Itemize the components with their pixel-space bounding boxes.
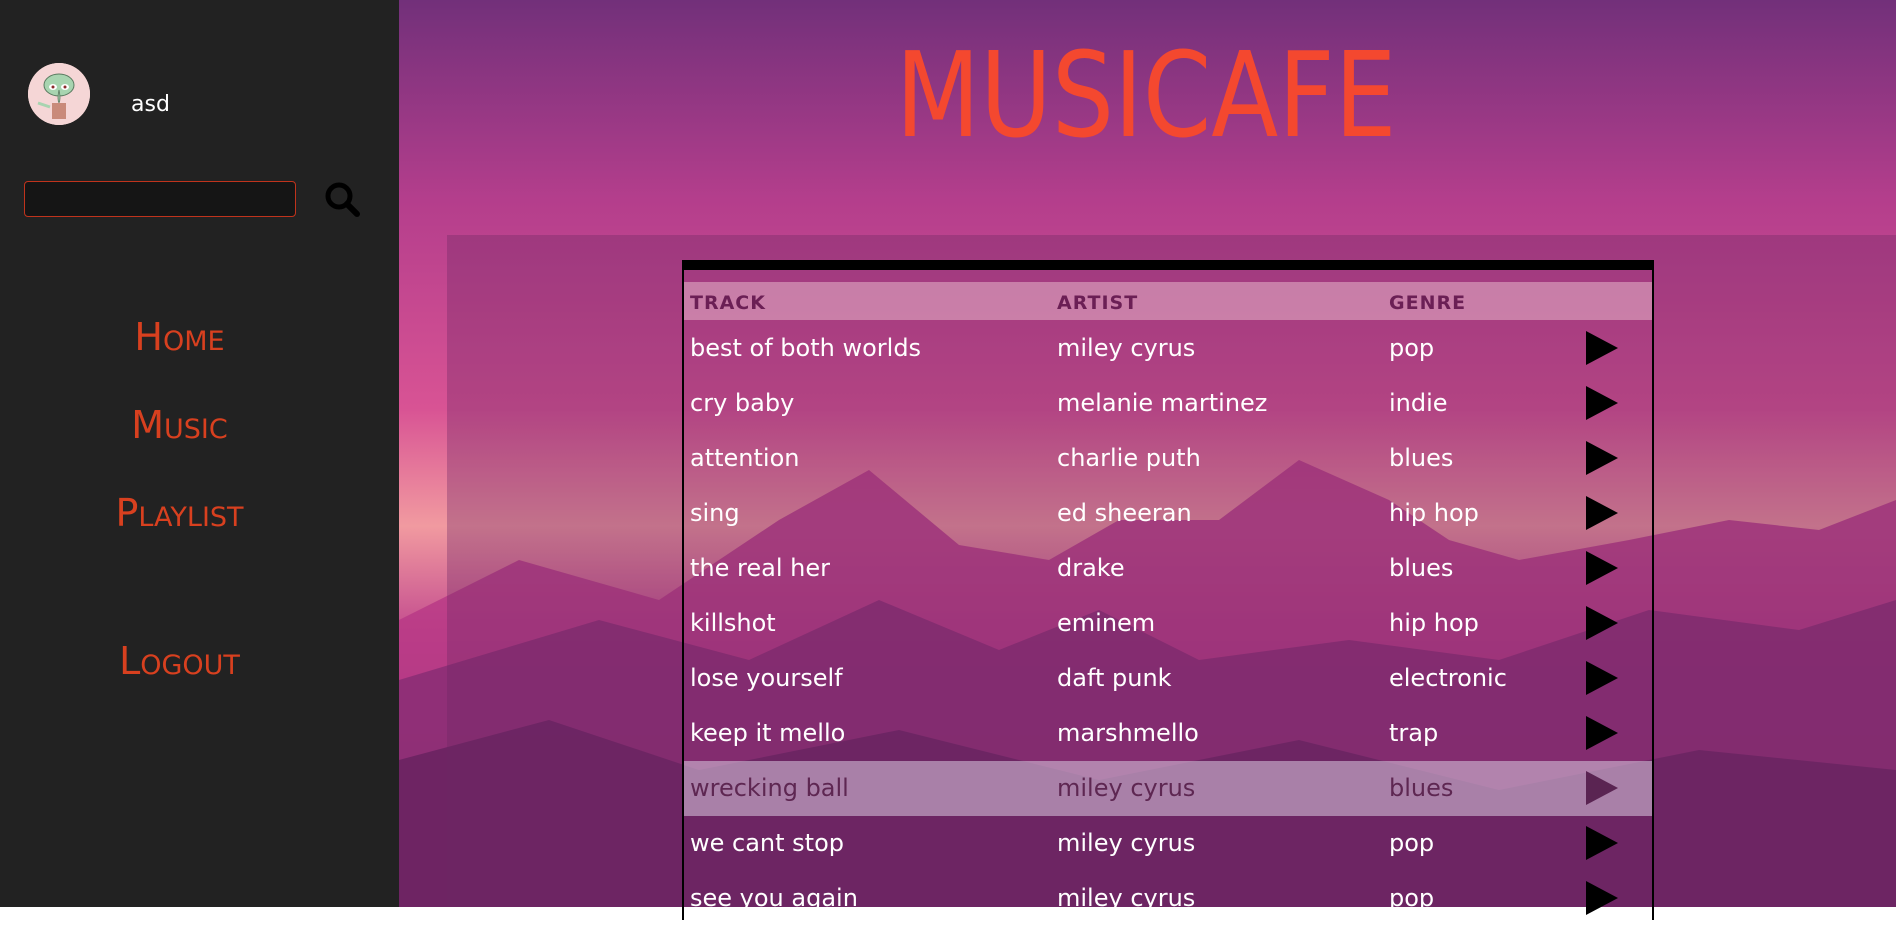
play-icon <box>1586 771 1618 805</box>
play-button[interactable] <box>1584 879 1620 917</box>
column-header-track[interactable]: TRACK <box>690 292 766 314</box>
play-icon <box>1586 386 1618 420</box>
play-icon <box>1586 716 1618 750</box>
track-name: cry baby <box>690 389 795 417</box>
app-title: MUSICAFE <box>895 26 1397 164</box>
artist-name: miley cyrus <box>1057 829 1196 857</box>
play-button[interactable] <box>1584 384 1620 422</box>
search-button[interactable] <box>322 179 362 219</box>
sidebar: asd Home Music Playlist Logout <box>0 0 399 907</box>
track-name: attention <box>690 444 800 472</box>
table-row[interactable]: keep it mello marshmello trap <box>684 706 1652 761</box>
play-icon <box>1586 331 1618 365</box>
table-row[interactable]: we cant stop miley cyrus pop <box>684 816 1652 871</box>
table-row[interactable]: best of both worlds miley cyrus pop <box>684 321 1652 376</box>
artist-name: drake <box>1057 554 1125 582</box>
genre-name: hip hop <box>1389 499 1479 527</box>
table-row[interactable]: cry baby melanie martinez indie <box>684 376 1652 431</box>
play-icon <box>1586 441 1618 475</box>
artist-name: eminem <box>1057 609 1156 637</box>
genre-name: trap <box>1389 719 1439 747</box>
play-button[interactable] <box>1584 549 1620 587</box>
artist-name: miley cyrus <box>1057 334 1196 362</box>
squidward-avatar-icon <box>28 63 90 125</box>
table-row[interactable]: killshot eminem hip hop <box>684 596 1652 651</box>
track-name: wrecking ball <box>690 774 849 802</box>
table-row[interactable]: see you again miley cyrus pop <box>684 871 1652 926</box>
play-button[interactable] <box>1584 769 1620 807</box>
search-icon <box>325 182 360 217</box>
artist-name: ed sheeran <box>1057 499 1192 527</box>
table-row[interactable]: lose yourself daft punk electronic <box>684 651 1652 706</box>
username: asd <box>131 92 170 117</box>
play-icon <box>1586 496 1618 530</box>
track-name: killshot <box>690 609 776 637</box>
table-row[interactable]: attention charlie puth blues <box>684 431 1652 486</box>
genre-name: blues <box>1389 554 1454 582</box>
play-icon <box>1586 551 1618 585</box>
artist-name: daft punk <box>1057 664 1172 692</box>
artist-name: marshmello <box>1057 719 1199 747</box>
play-button[interactable] <box>1584 439 1620 477</box>
genre-name: blues <box>1389 444 1454 472</box>
table-row[interactable]: sing ed sheeran hip hop <box>684 486 1652 541</box>
play-button[interactable] <box>1584 494 1620 532</box>
track-name: we cant stop <box>690 829 845 857</box>
play-button[interactable] <box>1584 714 1620 752</box>
artist-name: melanie martinez <box>1057 389 1268 417</box>
track-name: keep it mello <box>690 719 846 747</box>
avatar[interactable] <box>28 63 90 125</box>
column-header-artist[interactable]: ARTIST <box>1057 292 1138 314</box>
nav-logout[interactable]: Logout <box>0 639 359 683</box>
play-icon <box>1586 606 1618 640</box>
track-name: see you again <box>690 884 858 912</box>
play-icon <box>1586 826 1618 860</box>
artist-name: charlie puth <box>1057 444 1201 472</box>
genre-name: blues <box>1389 774 1454 802</box>
table-header: TRACK ARTIST GENRE <box>684 282 1652 320</box>
nav-playlist[interactable]: Playlist <box>0 491 359 535</box>
genre-name: pop <box>1389 334 1435 362</box>
artist-name: miley cyrus <box>1057 884 1196 912</box>
track-name: the real her <box>690 554 830 582</box>
tracks-table: TRACK ARTIST GENRE best of both worlds mi… <box>682 260 1654 920</box>
column-header-genre[interactable]: GENRE <box>1389 292 1466 314</box>
genre-name: indie <box>1389 389 1448 417</box>
play-icon <box>1586 661 1618 695</box>
genre-name: pop <box>1389 829 1435 857</box>
play-button[interactable] <box>1584 824 1620 862</box>
play-button[interactable] <box>1584 659 1620 697</box>
track-name: best of both worlds <box>690 334 922 362</box>
table-row[interactable]: the real her drake blues <box>684 541 1652 596</box>
track-name: sing <box>690 499 740 527</box>
track-name: lose yourself <box>690 664 843 692</box>
play-button[interactable] <box>1584 329 1620 367</box>
genre-name: hip hop <box>1389 609 1479 637</box>
nav-music[interactable]: Music <box>0 403 359 447</box>
genre-name: electronic <box>1389 664 1507 692</box>
artist-name: miley cyrus <box>1057 774 1196 802</box>
nav-home[interactable]: Home <box>0 315 359 359</box>
table-row[interactable]: wrecking ball miley cyrus blues <box>684 761 1652 816</box>
play-icon <box>1586 881 1618 915</box>
play-button[interactable] <box>1584 604 1620 642</box>
genre-name: pop <box>1389 884 1435 912</box>
search-input[interactable] <box>24 181 296 217</box>
